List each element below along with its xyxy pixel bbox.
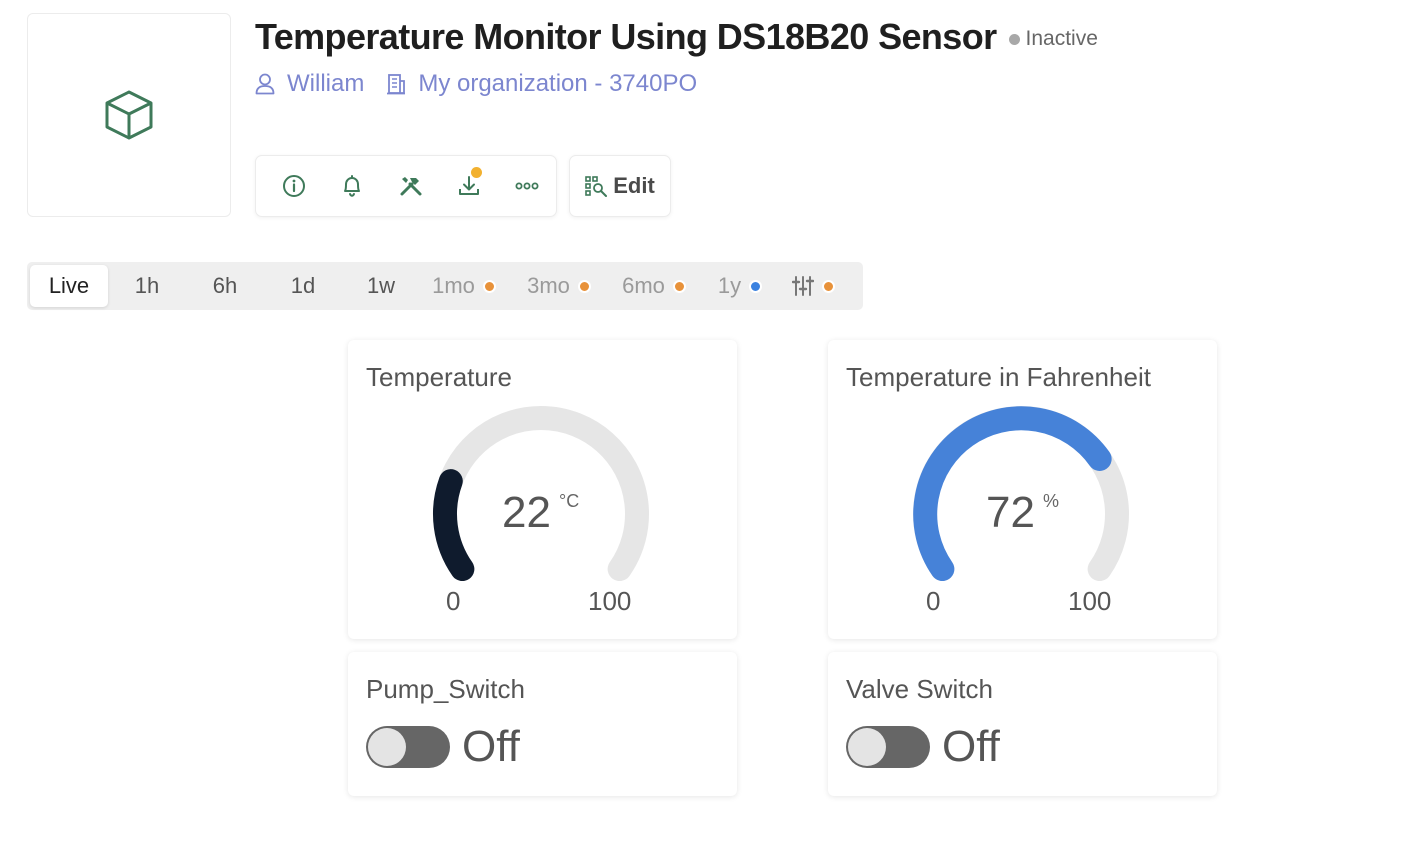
status-label: Inactive bbox=[1025, 27, 1098, 50]
range-label: 1h bbox=[134, 273, 160, 298]
range-1d[interactable]: 1d bbox=[264, 265, 342, 307]
building-icon bbox=[387, 74, 406, 95]
range-live[interactable]: Live bbox=[30, 265, 108, 307]
notifications-button[interactable] bbox=[323, 164, 381, 208]
edit-dashboard-icon bbox=[585, 176, 608, 197]
gauge-min: 0 bbox=[446, 586, 461, 616]
range-label: 1d bbox=[290, 273, 316, 298]
valve-switch-widget: Valve Switch Off bbox=[828, 652, 1217, 796]
edit-label: Edit bbox=[613, 173, 655, 198]
toggle-knob bbox=[848, 728, 886, 766]
range-1mo[interactable]: 1mo bbox=[424, 265, 504, 307]
more-icon bbox=[515, 182, 539, 190]
edit-button[interactable]: Edit bbox=[569, 155, 671, 217]
range-label: 1w bbox=[366, 273, 396, 298]
fahrenheit-gauge-widget[interactable]: Temperature in Fahrenheit 72 % 0 100 bbox=[828, 340, 1217, 639]
widget-title: Valve Switch bbox=[846, 674, 993, 704]
range-custom[interactable] bbox=[785, 265, 841, 307]
gauge-unit: % bbox=[1043, 491, 1060, 511]
owner-link[interactable]: William bbox=[255, 70, 364, 98]
range-label: 1y bbox=[717, 273, 742, 298]
range-6h[interactable]: 6h bbox=[186, 265, 264, 307]
switch-state-label: Off bbox=[462, 722, 520, 771]
status-badge: Inactive bbox=[1008, 27, 1098, 51]
gauge-max: 100 bbox=[1068, 586, 1112, 616]
pump-switch-toggle[interactable] bbox=[366, 726, 450, 768]
gauge-unit: °C bbox=[559, 491, 580, 511]
organization-name: My organization - 3740PO bbox=[418, 70, 698, 97]
meta-row: William My organization - 3740PO bbox=[255, 68, 719, 100]
temperature-gauge-widget[interactable]: Temperature 22 °C 0 100 bbox=[348, 340, 737, 639]
range-1w[interactable]: 1w bbox=[342, 265, 420, 307]
pump-switch-widget: Pump_Switch Off bbox=[348, 652, 737, 796]
cube-icon bbox=[105, 90, 153, 140]
premium-dot bbox=[482, 279, 496, 293]
gauge-max: 100 bbox=[588, 586, 632, 616]
gauge-min: 0 bbox=[926, 586, 941, 616]
sliders-icon bbox=[791, 276, 814, 296]
range-label: 1mo bbox=[432, 273, 475, 298]
widget-title: Pump_Switch bbox=[366, 674, 525, 704]
tools-button[interactable] bbox=[381, 164, 439, 208]
bell-icon bbox=[344, 175, 361, 197]
gauge-fill bbox=[433, 469, 475, 582]
download-notification-badge bbox=[470, 167, 482, 178]
action-toolbar bbox=[255, 155, 557, 217]
range-1y[interactable]: 1y bbox=[709, 265, 771, 307]
premium-dot bbox=[672, 279, 686, 293]
premium-dot bbox=[821, 279, 835, 293]
valve-switch-toggle[interactable] bbox=[846, 726, 930, 768]
user-icon bbox=[255, 73, 275, 95]
toggle-knob bbox=[368, 728, 406, 766]
page-title: Temperature Monitor Using DS18B20 Sensor bbox=[255, 16, 997, 57]
switch-state-label: Off bbox=[942, 722, 1000, 771]
range-1h[interactable]: 1h bbox=[108, 265, 186, 307]
time-range-selector: Live 1h 6h 1d 1w 1mo 3mo 6mo 1y bbox=[27, 262, 863, 310]
device-thumbnail bbox=[27, 13, 231, 217]
more-options-button[interactable] bbox=[498, 164, 556, 208]
premium-dot bbox=[577, 279, 591, 293]
gauge-value: 22 bbox=[502, 488, 551, 537]
range-label: 6mo bbox=[622, 273, 665, 298]
tools-icon bbox=[400, 177, 421, 196]
range-label: 3mo bbox=[527, 273, 570, 298]
info-button[interactable] bbox=[265, 164, 323, 208]
organization-link[interactable]: My organization - 3740PO bbox=[386, 70, 697, 98]
owner-name: William bbox=[287, 70, 365, 97]
range-6mo[interactable]: 6mo bbox=[614, 265, 694, 307]
download-button[interactable] bbox=[440, 164, 498, 208]
range-label: Live bbox=[48, 273, 90, 298]
range-3mo[interactable]: 3mo bbox=[519, 265, 599, 307]
premium-dot bbox=[749, 279, 763, 293]
range-label: 6h bbox=[212, 273, 238, 298]
title-row: Temperature Monitor Using DS18B20 Sensor… bbox=[255, 14, 1098, 60]
info-icon bbox=[283, 175, 306, 197]
status-dot bbox=[1008, 33, 1020, 45]
gauge-value: 72 bbox=[986, 488, 1035, 537]
